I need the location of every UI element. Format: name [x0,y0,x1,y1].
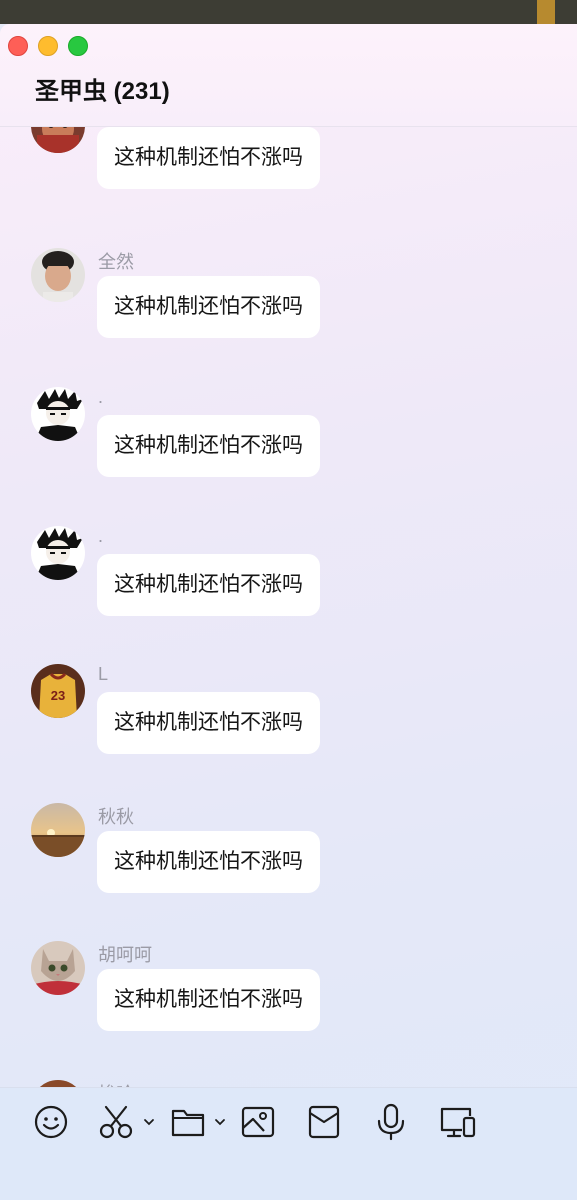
message-bubble[interactable]: 这种机制还怕不涨吗 [97,554,320,616]
avatar[interactable] [31,387,85,441]
message-list[interactable]: 这种机制还怕不涨吗 全然 这种机制还怕不涨吗 . 这种机制还怕不涨吗 . 这种机… [0,127,577,1087]
avatar[interactable] [31,941,85,995]
avatar[interactable]: 23 [31,664,85,718]
message-item: . 这种机制还怕不涨吗 [0,526,577,636]
desktop-strip [0,0,577,24]
avatar[interactable] [31,248,85,302]
sender-name: L [98,664,109,684]
screen-share-button[interactable] [438,1102,476,1142]
screenshot-button[interactable] [98,1102,136,1142]
input-toolbar [0,1087,577,1200]
screenshot-options-button[interactable] [142,1102,156,1142]
message-bubble[interactable]: 这种机制还怕不涨吗 [97,831,320,893]
voice-button[interactable] [374,1102,408,1142]
folder-icon [171,1109,205,1137]
red-packet-icon [308,1105,340,1139]
avatar[interactable] [31,127,85,153]
message-bubble[interactable]: 这种机制还怕不涨吗 [97,276,320,338]
title-bar: 圣甲虫 (231) [0,24,577,127]
emoji-icon [34,1105,68,1139]
screen-share-icon [440,1107,476,1138]
sender-name: 全然 [98,252,134,272]
sender-name: . [98,526,104,546]
sender-name: . [98,387,104,407]
window-controls [8,36,88,56]
image-button[interactable] [240,1102,276,1142]
message-bubble[interactable]: 这种机制还怕不涨吗 [97,692,320,754]
message-item: . 这种机制还怕不涨吗 [0,387,577,497]
scissors-icon [99,1105,133,1139]
message-item: 全然 这种机制还怕不涨吗 [0,248,577,358]
sender-name: 梭哈 [98,1080,134,1087]
close-window-button[interactable] [8,36,28,56]
chevron-down-icon [144,1119,154,1126]
avatar[interactable] [31,803,85,857]
message-bubble[interactable]: 这种机制还怕不涨吗 [97,415,320,477]
red-packet-button[interactable] [307,1102,341,1142]
avatar[interactable] [31,526,85,580]
maximize-window-button[interactable] [68,36,88,56]
file-button[interactable] [170,1102,206,1142]
avatar[interactable] [31,1080,85,1087]
message-item: 这种机制还怕不涨吗 [0,127,577,209]
microphone-icon [377,1103,405,1141]
sender-name: 胡呵呵 [98,945,152,965]
emoji-button[interactable] [33,1102,69,1142]
message-item: 梭哈 [0,1080,577,1087]
jersey-number: 23 [51,688,65,703]
sender-name: 秋秋 [98,807,134,827]
file-options-button[interactable] [213,1102,227,1142]
message-item: 秋秋 这种机制还怕不涨吗 [0,803,577,913]
chat-title: 圣甲虫 (231) [35,78,170,105]
image-icon [241,1106,275,1138]
message-bubble[interactable]: 这种机制还怕不涨吗 [97,127,320,189]
chevron-down-icon [215,1119,225,1126]
message-item: 胡呵呵 这种机制还怕不涨吗 [0,941,577,1051]
message-item: 23 L 这种机制还怕不涨吗 [0,664,577,774]
minimize-window-button[interactable] [38,36,58,56]
chat-window: 圣甲虫 (231) 这种机制还怕不涨吗 全然 这种机制还怕不涨吗 . 这种机制还… [0,24,577,1200]
message-bubble[interactable]: 这种机制还怕不涨吗 [97,969,320,1031]
